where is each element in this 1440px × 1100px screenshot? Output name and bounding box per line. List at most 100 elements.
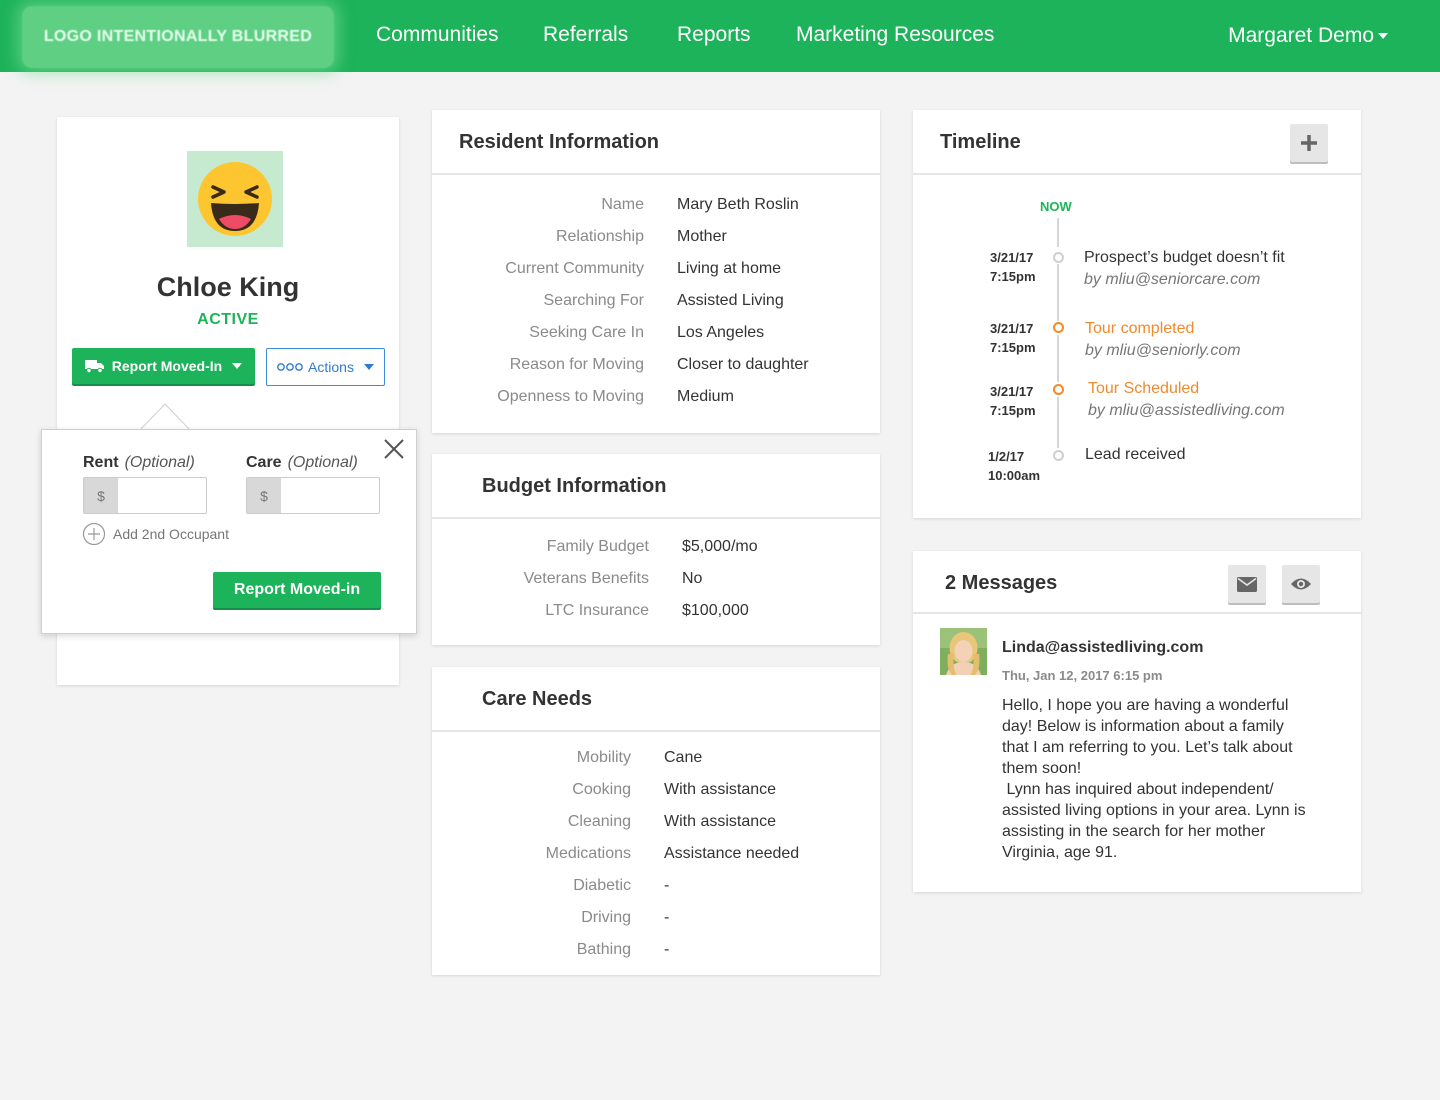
actions-button[interactable]: Actions: [266, 348, 385, 386]
message-timestamp: Thu, Jan 12, 2017 6:15 pm: [1002, 668, 1163, 683]
care-label: Care (Optional): [246, 454, 358, 472]
budget-label-family-budget: Family Budget: [546, 538, 649, 555]
close-icon[interactable]: [383, 438, 405, 460]
resident-label-relationship: Relationship: [555, 228, 644, 245]
timeline-date: 3/21/17: [990, 384, 1034, 399]
top-nav: LOGO INTENTIONALLY BLURRED Communities R…: [0, 0, 1440, 72]
timeline-line: [1057, 397, 1059, 448]
care-needs-card: Care Needs Mobility Cane Cooking With as…: [432, 667, 880, 975]
add-2nd-occupant-link[interactable]: Add 2nd Occupant: [82, 522, 229, 546]
timeline-event-date: 3/21/17 7:15pm: [990, 319, 1036, 357]
budget-value-veterans: No: [682, 570, 703, 587]
timeline-dot: [1053, 450, 1064, 461]
submit-report-moved-in-button[interactable]: Report Moved-in: [213, 572, 381, 608]
budget-label-ltc: LTC Insurance: [545, 602, 649, 619]
rent-label-text: Rent: [83, 454, 119, 471]
care-label-text: Care: [246, 454, 282, 471]
message-line: day! Below is information about a family: [1002, 718, 1284, 735]
timeline-date: 3/21/17: [990, 321, 1034, 336]
divider: [913, 612, 1361, 614]
rent-field: $: [83, 477, 207, 514]
resident-value-searching-for: Assisted Living: [677, 292, 784, 309]
resident-value-relationship: Mother: [677, 228, 727, 245]
resident-label-current-community: Current Community: [505, 260, 644, 277]
divider: [432, 173, 880, 175]
logo[interactable]: LOGO INTENTIONALLY BLURRED: [22, 6, 334, 68]
resident-value-reason-for-moving: Closer to daughter: [677, 356, 809, 373]
chevron-down-icon: [232, 363, 243, 369]
add-timeline-event-button[interactable]: [1290, 124, 1328, 162]
eye-icon: [1291, 578, 1311, 590]
user-name: Margaret Demo: [1228, 24, 1374, 47]
profile-name: Chloe King: [156, 272, 300, 302]
divider: [913, 173, 1361, 175]
user-menu[interactable]: Margaret Demo: [1228, 23, 1388, 49]
care-label-bathing: Bathing: [576, 941, 631, 958]
rent-label: Rent (Optional): [83, 454, 195, 472]
care-label-cooking: Cooking: [572, 781, 631, 798]
timeline-event-title: Lead received: [1085, 446, 1186, 463]
timeline-date: 1/2/17: [988, 449, 1025, 464]
timeline-time: 7:15pm: [990, 403, 1036, 418]
dollar-prefix: $: [84, 478, 118, 513]
care-value-diabetic: -: [664, 877, 670, 894]
timeline-line: [1057, 335, 1059, 382]
timeline-time: 10:00am: [988, 468, 1041, 483]
logo-text: LOGO INTENTIONALLY BLURRED: [43, 28, 313, 45]
timeline-time: 7:15pm: [990, 269, 1036, 284]
care-optional: (Optional): [287, 454, 358, 471]
message-line: assisted living options in your area. Ly…: [1002, 802, 1306, 819]
care-label-driving: Driving: [581, 909, 631, 926]
care-label-cleaning: Cleaning: [567, 813, 631, 830]
resident-label-searching-for: Searching For: [543, 292, 645, 309]
nav-communities[interactable]: Communities: [376, 22, 499, 48]
nav-marketing-resources[interactable]: Marketing Resources: [796, 22, 994, 48]
chevron-down-icon: [1378, 33, 1388, 40]
timeline-line: [1057, 218, 1059, 247]
care-label-medications: Medications: [545, 845, 631, 862]
message-line: Hello, I hope you are having a wonderful: [1002, 697, 1289, 714]
resident-value-name: Mary Beth Roslin: [677, 196, 799, 213]
report-moved-in-button[interactable]: Report Moved-In: [72, 348, 255, 384]
timeline-now-label: NOW: [1040, 199, 1072, 214]
resident-value-openness: Medium: [677, 388, 734, 405]
divider: [432, 730, 880, 732]
timeline-event-title: Tour completed: [1085, 320, 1195, 337]
timeline-dot: [1053, 322, 1064, 333]
status-badge: ACTIVE: [197, 311, 259, 328]
budget-info-title: Budget Information: [482, 475, 667, 497]
plus-icon: [1301, 135, 1317, 151]
resident-label-seeking-care-in: Seeking Care In: [529, 324, 644, 341]
care-field: $: [246, 477, 380, 514]
rent-input[interactable]: [118, 478, 206, 513]
view-messages-button[interactable]: [1282, 565, 1320, 603]
timeline-event-title: Prospect’s budget doesn’t fit: [1084, 249, 1285, 266]
timeline-event-date: 1/2/17 10:00am: [988, 447, 1040, 485]
nav-reports[interactable]: Reports: [677, 22, 751, 48]
rent-optional: (Optional): [124, 454, 195, 471]
care-input[interactable]: [281, 478, 379, 513]
report-moved-in-popup: Rent (Optional) Care (Optional) $ $ Add 2n…: [41, 429, 417, 634]
messages-card: 2 Messages Linda@assistedliving.com Thu,…: [913, 551, 1361, 892]
avatar: [187, 151, 283, 247]
envelope-icon: [1237, 576, 1257, 592]
message-line: Lynn has inquired about independent/: [1002, 781, 1274, 798]
timeline-event-author: by mliu@assistedliving.com: [1088, 402, 1285, 419]
more-dots-icon: [277, 363, 303, 371]
dollar-prefix: $: [247, 478, 281, 513]
truck-icon: [84, 360, 104, 373]
timeline-event-title: Tour Scheduled: [1088, 380, 1200, 397]
care-needs-title: Care Needs: [482, 688, 593, 710]
timeline-title: Timeline: [940, 131, 1021, 153]
resident-info-title: Resident Information: [459, 131, 660, 153]
message-sender[interactable]: Linda@assistedliving.com: [1002, 639, 1203, 657]
messages-title: 2 Messages: [945, 572, 1058, 594]
resident-label-reason-for-moving: Reason for Moving: [509, 356, 644, 373]
resident-value-seeking-care-in: Los Angeles: [677, 324, 765, 341]
add-occupant-label: Add 2nd Occupant: [113, 526, 229, 542]
compose-message-button[interactable]: [1228, 565, 1266, 603]
nav-referrals[interactable]: Referrals: [543, 22, 628, 48]
message-line: them soon!: [1002, 760, 1082, 777]
report-moved-in-label: Report Moved-In: [111, 358, 223, 374]
care-label-mobility: Mobility: [576, 749, 631, 766]
